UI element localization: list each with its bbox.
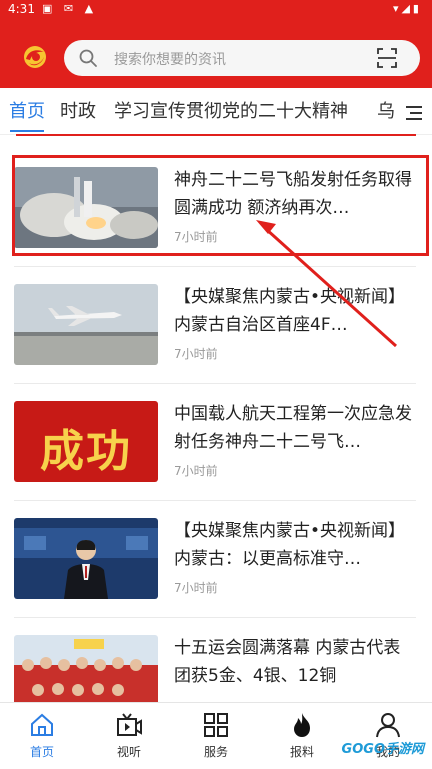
nav-video-label: 视听 <box>116 745 141 759</box>
user-icon <box>376 713 400 738</box>
nav-home[interactable]: 首页 <box>12 709 72 765</box>
nav-service-label: 服务 <box>203 745 228 759</box>
bottom-nav: 首页 视听 服务 报料 我的 <box>0 702 432 769</box>
flame-icon <box>294 713 310 737</box>
nav-home-label: 首页 <box>29 745 54 759</box>
nav-service[interactable]: 服务 <box>186 709 246 765</box>
nav-video[interactable]: 视听 <box>99 709 159 765</box>
annotation-arrow-icon <box>256 220 398 348</box>
video-icon <box>117 713 142 736</box>
home-icon <box>31 713 53 736</box>
grid-icon <box>204 713 228 737</box>
nav-report[interactable]: 报料 <box>272 709 332 765</box>
nav-report-label: 报料 <box>289 745 314 759</box>
watermark-logo: GOGO手游网 <box>341 742 424 757</box>
